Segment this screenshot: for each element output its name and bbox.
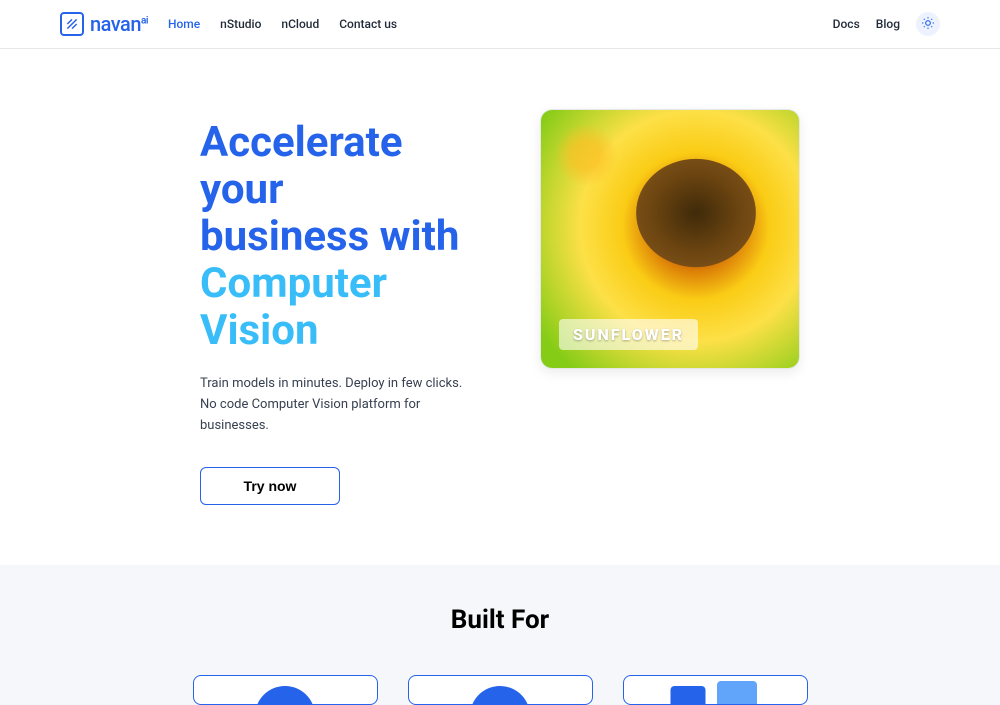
- built-for-card[interactable]: [408, 675, 593, 705]
- hero-title: Accelerate your business with Computer V…: [200, 119, 480, 354]
- hero-title-line2: business with: [200, 213, 480, 260]
- logo-icon: [60, 12, 84, 36]
- try-now-button[interactable]: Try now: [200, 467, 340, 505]
- nav-primary: Home nStudio nCloud Contact us: [168, 17, 397, 31]
- hero-image-card: SUNFLOWER: [540, 109, 800, 369]
- nav-link-docs[interactable]: Docs: [833, 17, 860, 31]
- built-for-section: Built For: [0, 565, 1000, 705]
- nav-link-home[interactable]: Home: [168, 17, 200, 31]
- nav-link-ncloud[interactable]: nCloud: [281, 17, 319, 31]
- built-for-card[interactable]: [623, 675, 808, 705]
- card-icon: [470, 686, 530, 705]
- hero-section: Accelerate your business with Computer V…: [0, 49, 1000, 565]
- card-icon: [255, 686, 315, 705]
- built-for-title: Built For: [0, 605, 1000, 635]
- header: navanai Home nStudio nCloud Contact us D…: [0, 0, 1000, 49]
- hero-content: Accelerate your business with Computer V…: [200, 109, 480, 505]
- sun-icon: [921, 16, 935, 33]
- built-for-cards: [0, 675, 1000, 705]
- hero-title-line3: Computer Vision: [200, 260, 480, 354]
- card-icon: [717, 681, 757, 705]
- card-icon: [670, 686, 705, 705]
- built-for-card[interactable]: [193, 675, 378, 705]
- nav-link-blog[interactable]: Blog: [876, 17, 900, 31]
- hero-subtitle: Train models in minutes. Deploy in few c…: [200, 374, 480, 436]
- nav-secondary: Docs Blog: [833, 12, 940, 36]
- image-classification-label: SUNFLOWER: [559, 319, 698, 350]
- hero-image-container: SUNFLOWER: [540, 109, 800, 369]
- hero-title-line1: Accelerate your: [200, 119, 480, 213]
- theme-toggle-button[interactable]: [916, 12, 940, 36]
- nav-link-nstudio[interactable]: nStudio: [220, 17, 261, 31]
- nav-link-contact[interactable]: Contact us: [339, 17, 397, 31]
- logo[interactable]: navanai: [60, 12, 148, 36]
- logo-text: navanai: [90, 12, 148, 36]
